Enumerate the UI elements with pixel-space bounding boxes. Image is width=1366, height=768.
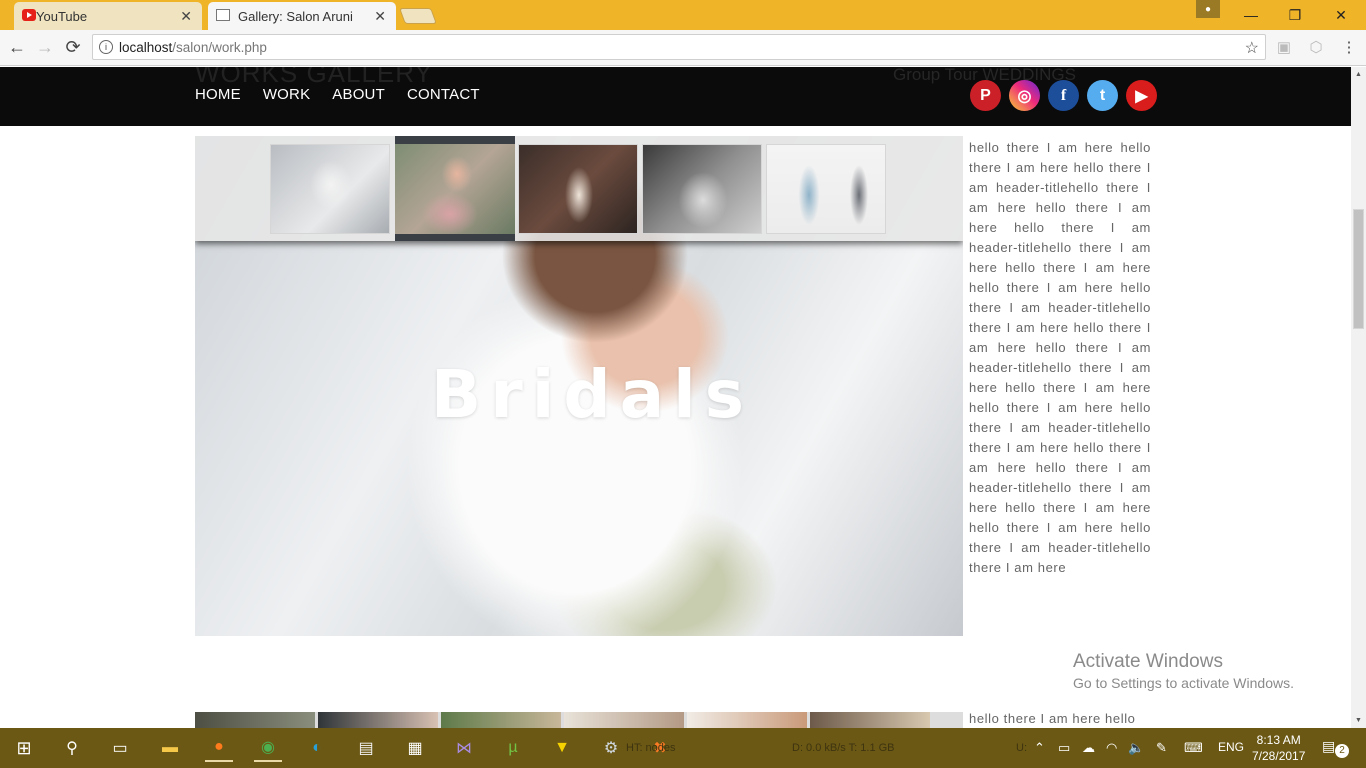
- watermark-subtitle: Go to Settings to activate Windows.: [1073, 675, 1294, 691]
- clock-date: 7/28/2017: [1252, 749, 1306, 763]
- address-bar[interactable]: i localhost/salon/work.php ☆: [92, 34, 1266, 60]
- extension-android-icon[interactable]: ▣: [1275, 38, 1293, 56]
- main-nav: HOME WORK ABOUT CONTACT: [195, 86, 480, 103]
- thumbnail-image: [395, 144, 515, 234]
- tab-gallery[interactable]: Gallery: Salon Aruni ✕: [208, 2, 396, 30]
- vlc-icon[interactable]: ▼: [548, 734, 576, 762]
- chevron-up-icon[interactable]: ⌃: [1034, 740, 1045, 756]
- windows-taskbar: ⊞ ⚲ ▭ ▬ ● ◉ ◐ ▤ ▦ ⋈ µ ▼ ⚙ ✖ HT: nodes D:…: [0, 728, 1366, 768]
- nav-about[interactable]: ABOUT: [332, 86, 385, 103]
- url-host: localhost: [119, 40, 173, 55]
- wifi-icon[interactable]: ◠: [1106, 740, 1117, 756]
- forward-arrow-icon[interactable]: →: [34, 36, 56, 58]
- social-links: P ◎ f t ▶: [970, 80, 1157, 111]
- taskbar-text-transfer: D: 0.0 kB/s T: 1.1 GB: [792, 742, 895, 754]
- gallery-thumbnail[interactable]: [687, 712, 807, 728]
- close-window-button[interactable]: ✕: [1318, 0, 1364, 30]
- gallery-thumbnail[interactable]: [441, 712, 561, 728]
- tab-title: Gallery: Salon Aruni: [238, 8, 353, 24]
- system-clock[interactable]: 8:13 AM 7/28/2017: [1252, 732, 1305, 764]
- browser-tab-strip: YouTube ✕ Gallery: Salon Aruni ✕ ● — ❐ ✕: [0, 0, 1366, 30]
- gallery-thumbnail[interactable]: [642, 144, 762, 234]
- bridal-gallery: Bridals: [195, 136, 963, 636]
- description-text: hello there I am here hello: [969, 711, 1136, 726]
- media-player-classic-icon[interactable]: ▦: [401, 734, 429, 762]
- hero-label: Bridals: [430, 356, 754, 433]
- menu-icon[interactable]: ⋮: [1340, 38, 1358, 56]
- thumbnail-strip: [195, 136, 963, 241]
- volume-icon[interactable]: 🔈: [1128, 740, 1144, 756]
- browser-toolbar: ← → ⟳ i localhost/salon/work.php ☆ ▣ ⬡ ⋮: [0, 30, 1366, 66]
- nav-work[interactable]: WORK: [263, 86, 310, 103]
- nav-home[interactable]: HOME: [195, 86, 241, 103]
- close-tab-icon[interactable]: ✕: [374, 8, 386, 25]
- task-view-icon[interactable]: ▭: [106, 734, 134, 762]
- gallery-thumbnail[interactable]: [318, 712, 438, 728]
- file-explorer-icon[interactable]: ▬: [156, 734, 184, 762]
- gallery-thumbnail[interactable]: [810, 712, 930, 728]
- url-text[interactable]: localhost/salon/work.php: [119, 40, 267, 55]
- scroll-up-arrow-icon[interactable]: ▲: [1355, 71, 1362, 78]
- gallery-thumbnail-selected[interactable]: [395, 136, 515, 241]
- back-arrow-icon[interactable]: ←: [6, 36, 28, 58]
- sublime-text-icon[interactable]: ▤: [352, 734, 380, 762]
- taskbar-text-nodes: HT: nodes: [626, 742, 676, 754]
- gallery-thumbnail[interactable]: [564, 712, 684, 728]
- profile-icon[interactable]: ●: [1196, 0, 1220, 18]
- tab-title: YouTube: [36, 8, 88, 24]
- bookmark-star-icon[interactable]: ☆: [1245, 38, 1259, 58]
- nav-contact[interactable]: CONTACT: [407, 86, 480, 103]
- taskbar-text-upload: U:: [1016, 742, 1027, 754]
- windows-start-icon[interactable]: ⊞: [10, 734, 38, 762]
- pinterest-icon[interactable]: P: [970, 80, 1001, 111]
- gallery-thumbnail[interactable]: [518, 144, 638, 234]
- language-indicator[interactable]: ENG: [1218, 740, 1244, 754]
- gallery-thumbnail[interactable]: [195, 712, 315, 728]
- watermark-title: Activate Windows: [1073, 651, 1223, 672]
- pen-icon[interactable]: ✎: [1156, 740, 1167, 756]
- extension-shield-icon[interactable]: ⬡: [1307, 38, 1325, 56]
- bing-icon[interactable]: ◐: [303, 734, 331, 762]
- twitter-icon[interactable]: t: [1087, 80, 1118, 111]
- chrome-icon[interactable]: ◉: [254, 734, 282, 762]
- visual-studio-icon[interactable]: ⋈: [450, 734, 478, 762]
- youtube-icon: [22, 9, 36, 21]
- minimize-button[interactable]: —: [1228, 0, 1274, 30]
- facebook-icon[interactable]: f: [1048, 80, 1079, 111]
- firefox-icon[interactable]: ●: [205, 734, 233, 762]
- new-tab-button[interactable]: [399, 8, 437, 24]
- onedrive-icon[interactable]: ☁: [1082, 740, 1095, 756]
- tab-youtube[interactable]: YouTube ✕: [14, 2, 202, 30]
- utorrent-icon[interactable]: µ: [499, 734, 527, 762]
- keyboard-icon[interactable]: ⌨: [1184, 740, 1203, 756]
- url-path: /salon/work.php: [172, 40, 267, 55]
- action-center-icon[interactable]: ▤ 2: [1322, 738, 1349, 758]
- scrollbar-thumb[interactable]: [1353, 209, 1364, 329]
- site-header: WORKS GALLERY Group Tour WEDDINGS HOME W…: [0, 67, 1351, 126]
- battery-icon[interactable]: ▭: [1058, 740, 1070, 756]
- scroll-down-arrow-icon[interactable]: ▼: [1355, 717, 1362, 724]
- clock-time: 8:13 AM: [1256, 733, 1301, 747]
- info-icon[interactable]: i: [99, 40, 113, 54]
- activation-watermark: Activate Windows Go to Settings to activ…: [1073, 651, 1294, 691]
- instagram-icon[interactable]: ◎: [1009, 80, 1040, 111]
- vertical-scrollbar[interactable]: ▲ ▼: [1351, 67, 1366, 728]
- second-gallery: [195, 712, 963, 728]
- search-icon[interactable]: ⚲: [58, 734, 86, 762]
- gallery-thumbnail[interactable]: [766, 144, 886, 234]
- gallery-thumbnail[interactable]: [270, 144, 390, 234]
- close-tab-icon[interactable]: ✕: [180, 8, 192, 25]
- document-icon: [216, 9, 230, 21]
- restore-button[interactable]: ❐: [1272, 0, 1318, 30]
- reload-icon[interactable]: ⟳: [62, 36, 84, 58]
- page-viewport: WORKS GALLERY Group Tour WEDDINGS HOME W…: [0, 67, 1351, 728]
- youtube-social-icon[interactable]: ▶: [1126, 80, 1157, 111]
- notification-count: 2: [1335, 744, 1349, 758]
- description-text: hello there I am here hello there I am h…: [969, 140, 1151, 575]
- control-panel-icon[interactable]: ⚙: [597, 734, 625, 762]
